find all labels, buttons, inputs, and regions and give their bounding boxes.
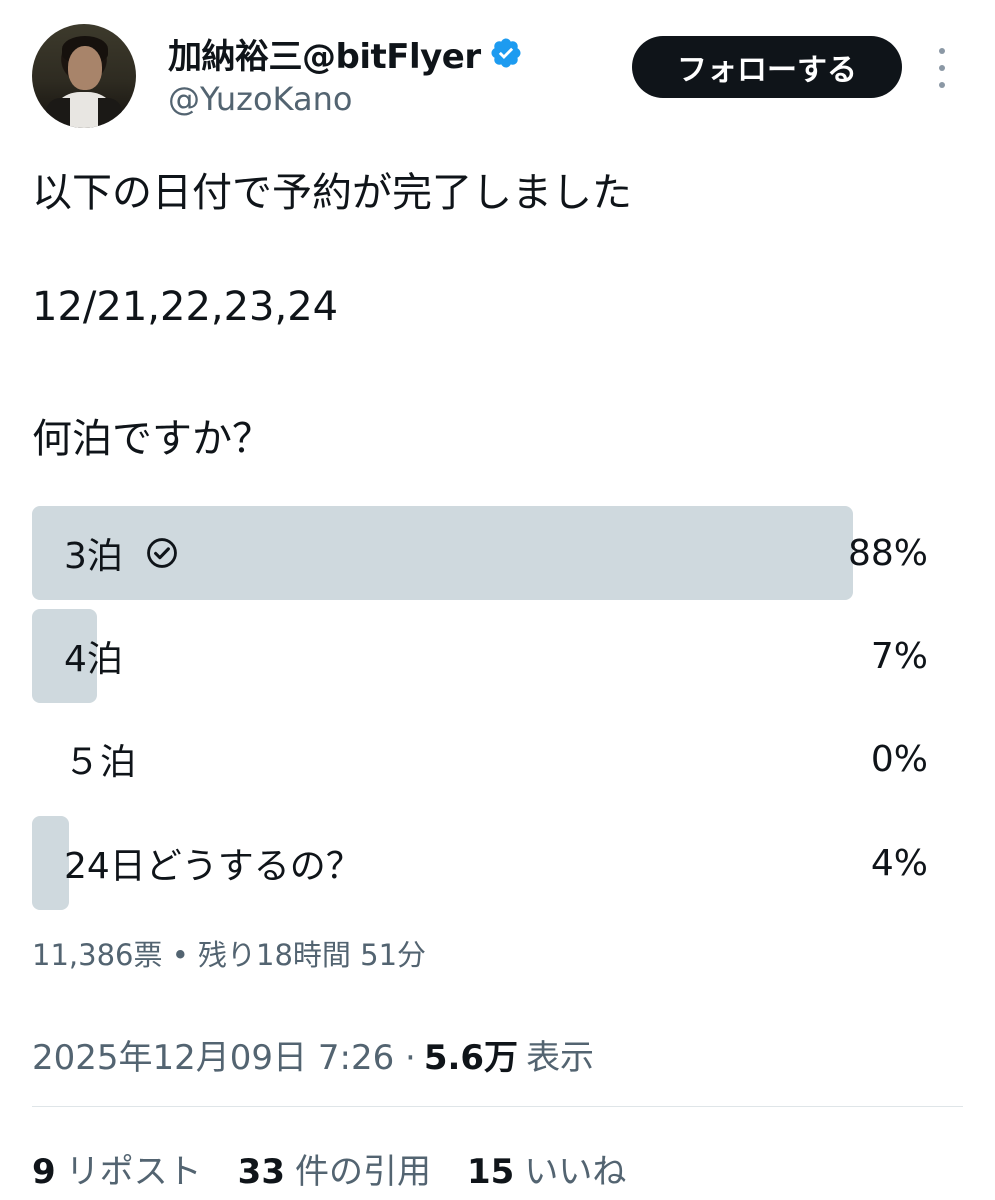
divider — [32, 1106, 963, 1107]
author-handle[interactable]: @YuzoKano — [168, 80, 352, 118]
more-dot — [939, 65, 945, 71]
tweet-timestamp[interactable]: 2025年12月09日 7:26 · — [32, 1030, 416, 1079]
reposts-label: リポスト — [65, 1152, 202, 1192]
tweet-page: 加納裕三@bitFlyer @YuzoKano フォローする 以下の日付で予約が… — [0, 0, 995, 1200]
views-label: 表示 — [526, 1038, 595, 1078]
reposts-stat[interactable]: 9 リポスト — [32, 1144, 202, 1193]
likes-stat[interactable]: 15 いいね — [467, 1144, 626, 1193]
more-dot — [939, 48, 945, 54]
poll-option: 3泊 88% — [32, 506, 932, 600]
reposts-count: 9 — [32, 1152, 56, 1192]
views-count: 5.6万 — [423, 1038, 519, 1078]
avatar-jacket-left — [46, 98, 70, 128]
author-name-row[interactable]: 加納裕三@bitFlyer — [168, 29, 523, 78]
tweet-text-line: 12/21,22,23,24 — [32, 284, 339, 330]
poll-option: 4泊 7% — [32, 609, 932, 703]
poll-option-percent: 88% — [847, 532, 928, 574]
poll-option-label-row: 4泊 — [64, 609, 123, 703]
avatar-face — [68, 46, 102, 90]
tweet-text-line: 何泊ですか？ — [32, 416, 272, 462]
poll-option-label-row: ５泊 — [64, 712, 136, 806]
display-name[interactable]: 加納裕三@bitFlyer — [168, 29, 481, 78]
timestamp-row: 2025年12月09日 7:26 · 5.6万 表示 — [32, 1030, 594, 1079]
check-circle-icon — [145, 536, 179, 570]
poll-option-label: 3泊 — [64, 536, 123, 577]
verified-badge-icon — [489, 36, 523, 70]
likes-count: 15 — [467, 1152, 515, 1192]
avatar-jacket-right — [98, 98, 122, 128]
poll-option-percent: 7% — [870, 635, 928, 677]
poll-option-label-row: 24日どうするの？ — [64, 816, 362, 910]
poll-option-percent: 0% — [870, 738, 928, 780]
avatar[interactable] — [32, 24, 136, 128]
poll-option-label: ５泊 — [64, 742, 137, 783]
more-options-icon[interactable] — [930, 48, 954, 88]
quotes-label: 件の引用 — [295, 1152, 431, 1192]
poll-option-label: 4泊 — [64, 639, 123, 680]
tweet-text-line: 以下の日付で予約が完了しました — [32, 170, 632, 216]
likes-label: いいね — [524, 1152, 627, 1192]
follow-button[interactable]: フォローする — [632, 36, 902, 98]
poll-option: 24日どうするの？ 4% — [32, 816, 932, 910]
poll-option-label-row: 3泊 — [64, 506, 179, 600]
quotes-count: 33 — [237, 1152, 285, 1192]
poll-option-label: 24日どうするの？ — [64, 846, 362, 887]
engagement-stats: 9 リポスト 33 件の引用 15 いいね — [32, 1144, 662, 1193]
poll-option-percent: 4% — [870, 842, 928, 884]
quotes-stat[interactable]: 33 件の引用 — [238, 1144, 431, 1193]
more-dot — [939, 82, 945, 88]
poll-meta: 11,386票 • 残り18時間 51分 — [32, 938, 427, 972]
poll-option: ５泊 0% — [32, 712, 932, 806]
